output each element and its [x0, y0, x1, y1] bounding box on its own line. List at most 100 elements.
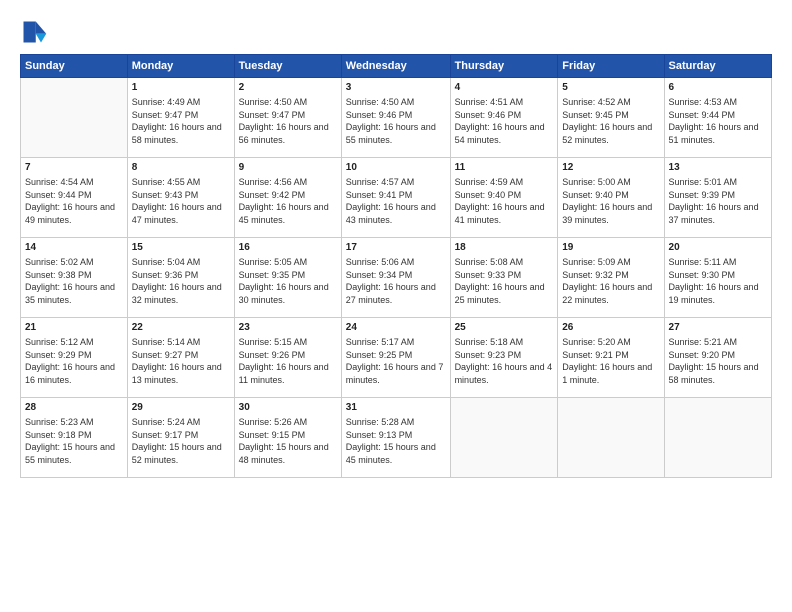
day-number: 21: [25, 321, 123, 335]
day-cell: 3Sunrise: 4:50 AM Sunset: 9:46 PM Daylig…: [341, 78, 450, 158]
col-header-monday: Monday: [127, 55, 234, 78]
logo-icon: [20, 18, 48, 46]
day-info: Sunrise: 5:20 AM Sunset: 9:21 PM Dayligh…: [562, 336, 659, 386]
day-number: 5: [562, 81, 659, 95]
day-info: Sunrise: 4:56 AM Sunset: 9:42 PM Dayligh…: [239, 176, 337, 226]
day-info: Sunrise: 5:01 AM Sunset: 9:39 PM Dayligh…: [669, 176, 767, 226]
logo: [20, 18, 52, 46]
col-header-saturday: Saturday: [664, 55, 771, 78]
day-cell: 28Sunrise: 5:23 AM Sunset: 9:18 PM Dayli…: [21, 398, 128, 478]
day-info: Sunrise: 4:54 AM Sunset: 9:44 PM Dayligh…: [25, 176, 123, 226]
day-cell: 22Sunrise: 5:14 AM Sunset: 9:27 PM Dayli…: [127, 318, 234, 398]
day-cell: 26Sunrise: 5:20 AM Sunset: 9:21 PM Dayli…: [558, 318, 664, 398]
day-cell: [664, 398, 771, 478]
col-header-tuesday: Tuesday: [234, 55, 341, 78]
day-info: Sunrise: 5:02 AM Sunset: 9:38 PM Dayligh…: [25, 256, 123, 306]
day-info: Sunrise: 5:04 AM Sunset: 9:36 PM Dayligh…: [132, 256, 230, 306]
day-info: Sunrise: 4:50 AM Sunset: 9:47 PM Dayligh…: [239, 96, 337, 146]
day-number: 8: [132, 161, 230, 175]
col-header-thursday: Thursday: [450, 55, 558, 78]
day-number: 26: [562, 321, 659, 335]
day-info: Sunrise: 5:06 AM Sunset: 9:34 PM Dayligh…: [346, 256, 446, 306]
day-cell: 30Sunrise: 5:26 AM Sunset: 9:15 PM Dayli…: [234, 398, 341, 478]
day-cell: 19Sunrise: 5:09 AM Sunset: 9:32 PM Dayli…: [558, 238, 664, 318]
day-cell: 21Sunrise: 5:12 AM Sunset: 9:29 PM Dayli…: [21, 318, 128, 398]
day-cell: 7Sunrise: 4:54 AM Sunset: 9:44 PM Daylig…: [21, 158, 128, 238]
day-cell: 25Sunrise: 5:18 AM Sunset: 9:23 PM Dayli…: [450, 318, 558, 398]
day-number: 9: [239, 161, 337, 175]
day-info: Sunrise: 5:09 AM Sunset: 9:32 PM Dayligh…: [562, 256, 659, 306]
week-row-1: 1Sunrise: 4:49 AM Sunset: 9:47 PM Daylig…: [21, 78, 772, 158]
day-number: 20: [669, 241, 767, 255]
day-cell: 16Sunrise: 5:05 AM Sunset: 9:35 PM Dayli…: [234, 238, 341, 318]
day-cell: 5Sunrise: 4:52 AM Sunset: 9:45 PM Daylig…: [558, 78, 664, 158]
day-cell: 18Sunrise: 5:08 AM Sunset: 9:33 PM Dayli…: [450, 238, 558, 318]
day-number: 24: [346, 321, 446, 335]
week-row-2: 7Sunrise: 4:54 AM Sunset: 9:44 PM Daylig…: [21, 158, 772, 238]
day-info: Sunrise: 4:57 AM Sunset: 9:41 PM Dayligh…: [346, 176, 446, 226]
day-cell: 20Sunrise: 5:11 AM Sunset: 9:30 PM Dayli…: [664, 238, 771, 318]
day-info: Sunrise: 5:11 AM Sunset: 9:30 PM Dayligh…: [669, 256, 767, 306]
day-number: 7: [25, 161, 123, 175]
day-info: Sunrise: 5:26 AM Sunset: 9:15 PM Dayligh…: [239, 416, 337, 466]
day-number: 11: [455, 161, 554, 175]
day-number: 14: [25, 241, 123, 255]
day-info: Sunrise: 5:14 AM Sunset: 9:27 PM Dayligh…: [132, 336, 230, 386]
day-cell: 15Sunrise: 5:04 AM Sunset: 9:36 PM Dayli…: [127, 238, 234, 318]
day-info: Sunrise: 5:23 AM Sunset: 9:18 PM Dayligh…: [25, 416, 123, 466]
day-number: 16: [239, 241, 337, 255]
day-info: Sunrise: 4:50 AM Sunset: 9:46 PM Dayligh…: [346, 96, 446, 146]
day-cell: 14Sunrise: 5:02 AM Sunset: 9:38 PM Dayli…: [21, 238, 128, 318]
day-cell: 12Sunrise: 5:00 AM Sunset: 9:40 PM Dayli…: [558, 158, 664, 238]
day-number: 3: [346, 81, 446, 95]
day-cell: 31Sunrise: 5:28 AM Sunset: 9:13 PM Dayli…: [341, 398, 450, 478]
page: SundayMondayTuesdayWednesdayThursdayFrid…: [0, 0, 792, 612]
header: [20, 18, 772, 46]
day-number: 1: [132, 81, 230, 95]
day-cell: [21, 78, 128, 158]
day-number: 25: [455, 321, 554, 335]
day-cell: 24Sunrise: 5:17 AM Sunset: 9:25 PM Dayli…: [341, 318, 450, 398]
day-cell: 27Sunrise: 5:21 AM Sunset: 9:20 PM Dayli…: [664, 318, 771, 398]
header-row: SundayMondayTuesdayWednesdayThursdayFrid…: [21, 55, 772, 78]
day-number: 12: [562, 161, 659, 175]
day-cell: 13Sunrise: 5:01 AM Sunset: 9:39 PM Dayli…: [664, 158, 771, 238]
day-cell: 17Sunrise: 5:06 AM Sunset: 9:34 PM Dayli…: [341, 238, 450, 318]
col-header-sunday: Sunday: [21, 55, 128, 78]
day-number: 27: [669, 321, 767, 335]
day-info: Sunrise: 4:55 AM Sunset: 9:43 PM Dayligh…: [132, 176, 230, 226]
day-info: Sunrise: 5:12 AM Sunset: 9:29 PM Dayligh…: [25, 336, 123, 386]
day-cell: [558, 398, 664, 478]
day-cell: 9Sunrise: 4:56 AM Sunset: 9:42 PM Daylig…: [234, 158, 341, 238]
day-cell: 29Sunrise: 5:24 AM Sunset: 9:17 PM Dayli…: [127, 398, 234, 478]
week-row-5: 28Sunrise: 5:23 AM Sunset: 9:18 PM Dayli…: [21, 398, 772, 478]
day-number: 4: [455, 81, 554, 95]
day-number: 31: [346, 401, 446, 415]
calendar-table: SundayMondayTuesdayWednesdayThursdayFrid…: [20, 54, 772, 478]
day-number: 13: [669, 161, 767, 175]
day-cell: 4Sunrise: 4:51 AM Sunset: 9:46 PM Daylig…: [450, 78, 558, 158]
day-info: Sunrise: 5:24 AM Sunset: 9:17 PM Dayligh…: [132, 416, 230, 466]
day-info: Sunrise: 5:18 AM Sunset: 9:23 PM Dayligh…: [455, 336, 554, 386]
day-number: 28: [25, 401, 123, 415]
day-cell: [450, 398, 558, 478]
day-cell: 11Sunrise: 4:59 AM Sunset: 9:40 PM Dayli…: [450, 158, 558, 238]
day-number: 6: [669, 81, 767, 95]
day-cell: 6Sunrise: 4:53 AM Sunset: 9:44 PM Daylig…: [664, 78, 771, 158]
col-header-friday: Friday: [558, 55, 664, 78]
day-cell: 10Sunrise: 4:57 AM Sunset: 9:41 PM Dayli…: [341, 158, 450, 238]
day-info: Sunrise: 5:05 AM Sunset: 9:35 PM Dayligh…: [239, 256, 337, 306]
day-number: 10: [346, 161, 446, 175]
day-number: 2: [239, 81, 337, 95]
day-info: Sunrise: 4:49 AM Sunset: 9:47 PM Dayligh…: [132, 96, 230, 146]
day-cell: 2Sunrise: 4:50 AM Sunset: 9:47 PM Daylig…: [234, 78, 341, 158]
day-info: Sunrise: 5:21 AM Sunset: 9:20 PM Dayligh…: [669, 336, 767, 386]
day-info: Sunrise: 5:00 AM Sunset: 9:40 PM Dayligh…: [562, 176, 659, 226]
day-number: 29: [132, 401, 230, 415]
day-number: 17: [346, 241, 446, 255]
day-info: Sunrise: 4:52 AM Sunset: 9:45 PM Dayligh…: [562, 96, 659, 146]
day-info: Sunrise: 5:15 AM Sunset: 9:26 PM Dayligh…: [239, 336, 337, 386]
day-cell: 8Sunrise: 4:55 AM Sunset: 9:43 PM Daylig…: [127, 158, 234, 238]
day-info: Sunrise: 5:08 AM Sunset: 9:33 PM Dayligh…: [455, 256, 554, 306]
day-number: 30: [239, 401, 337, 415]
